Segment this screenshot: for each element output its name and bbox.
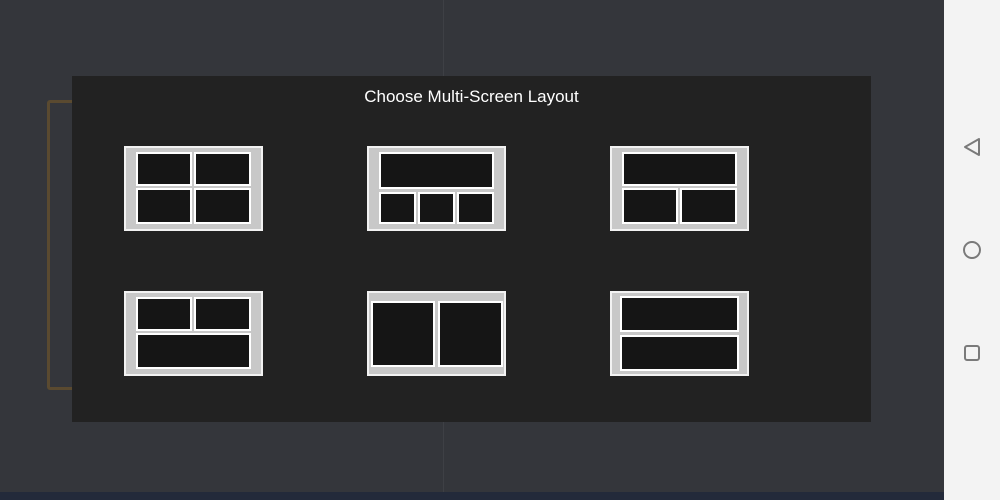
layout-cell (194, 152, 251, 186)
layout-cell (418, 192, 455, 224)
layout-cell (620, 335, 739, 371)
layout-option-2-top-1-bottom[interactable] (124, 291, 263, 376)
layout-cell (457, 192, 494, 224)
layout-cell (680, 188, 737, 224)
system-navigation-bar (944, 0, 1000, 500)
layout-cell (620, 296, 739, 332)
layout-option-side-by-side[interactable] (367, 291, 506, 376)
home-icon[interactable] (958, 236, 986, 264)
back-icon[interactable] (958, 133, 986, 161)
layout-option-1-top-3-bottom[interactable] (367, 146, 506, 231)
layout-option-2x2[interactable] (124, 146, 263, 231)
layout-cell (136, 297, 192, 331)
recents-icon[interactable] (958, 339, 986, 367)
layout-cell (379, 152, 494, 189)
dialog-title: Choose Multi-Screen Layout (364, 87, 579, 106)
layout-cell (371, 301, 435, 367)
layout-cell (136, 188, 192, 224)
layout-cell (194, 188, 251, 224)
layout-chooser-dialog: Choose Multi-Screen Layout (72, 76, 871, 422)
layout-cell (438, 301, 503, 367)
layout-cell (194, 297, 251, 331)
app-screen: + + Choose Multi-Screen Layout (0, 0, 944, 500)
layout-option-1-top-2-bottom[interactable] (610, 146, 749, 231)
layout-option-stacked[interactable] (610, 291, 749, 376)
layout-cell (622, 152, 737, 186)
background-bottom-strip (0, 492, 944, 500)
layout-cell (136, 333, 251, 369)
layout-cell (622, 188, 678, 224)
layout-cell (136, 152, 192, 186)
layout-cell (379, 192, 416, 224)
